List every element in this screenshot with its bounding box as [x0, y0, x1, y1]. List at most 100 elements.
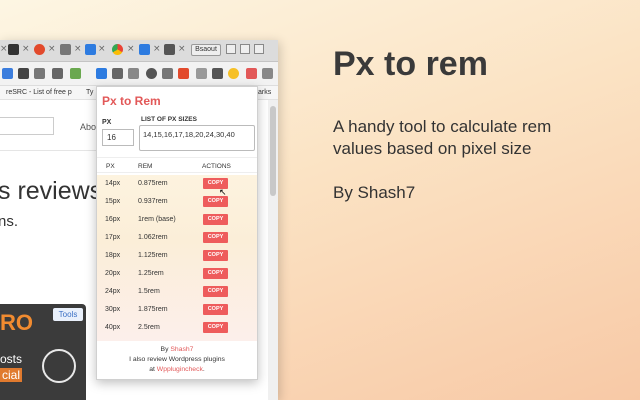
px-cell: 40px: [105, 324, 121, 331]
px-cell: 30px: [105, 306, 121, 313]
px-sizes-input[interactable]: 14,15,16,17,18,20,24,30,40: [139, 125, 255, 151]
copy-button[interactable]: COPY: [203, 286, 228, 297]
review-line: I also review Wordpress plugins: [129, 356, 225, 363]
chrome-tab-icon[interactable]: [112, 44, 123, 55]
tab-favicon-icon[interactable]: [85, 44, 96, 55]
px-to-rem-popup: Px to Rem PX LIST OF PX SIZES 14,15,16,1…: [96, 86, 258, 380]
menu-icon[interactable]: [262, 68, 273, 79]
tab-close-icon[interactable]: ×: [98, 44, 106, 54]
extension-icon[interactable]: [2, 68, 13, 79]
column-header-actions: ACTIONS: [202, 163, 231, 170]
px-cell: 15px: [105, 198, 121, 205]
px-cell: 20px: [105, 270, 121, 277]
tab-close-icon[interactable]: ×: [127, 44, 135, 54]
rem-cell: 1rem (base): [138, 216, 176, 223]
tab-close-icon[interactable]: ×: [74, 44, 82, 54]
card-title-line: cial: [0, 368, 23, 382]
extension-icon[interactable]: [112, 68, 123, 79]
site-suffix: .: [202, 366, 205, 373]
base-px-label: PX: [102, 119, 112, 126]
extension-icon[interactable]: [128, 68, 139, 79]
popup-footer: By Shash7 I also review Wordpress plugin…: [97, 345, 257, 375]
promo-headline: Px to rem: [333, 45, 488, 83]
extension-icon[interactable]: [146, 68, 157, 79]
table-row: 17px 1.062rem COPY: [97, 229, 257, 247]
copy-button[interactable]: COPY: [203, 196, 228, 207]
tab-close-icon[interactable]: ×: [178, 44, 186, 54]
minimize-icon[interactable]: [226, 44, 236, 54]
extension-icon[interactable]: [178, 68, 189, 79]
by-prefix: By: [160, 346, 171, 353]
page-subheading: ns.: [0, 213, 19, 230]
table-row: 18px 1.125rem COPY: [97, 247, 257, 265]
chart-circle-icon: [42, 349, 76, 383]
card-title-line: osts: [0, 352, 23, 366]
maximize-icon[interactable]: [240, 44, 250, 54]
table-row: 20px 1.25rem COPY: [97, 265, 257, 283]
px-to-rem-extension-icon[interactable]: [246, 68, 257, 79]
base-px-input[interactable]: [102, 129, 134, 146]
tab-close-icon[interactable]: ×: [0, 44, 8, 54]
px-cell: 18px: [105, 252, 121, 259]
article-card[interactable]: RO Tools osts cial: [0, 304, 86, 400]
extension-icon[interactable]: [196, 68, 207, 79]
scrollbar-thumb[interactable]: [270, 106, 276, 196]
rem-cell: 1.875rem: [138, 306, 168, 313]
bookmark-item[interactable]: Ty: [86, 86, 93, 100]
extension-icon[interactable]: [52, 68, 63, 79]
px-cell: 24px: [105, 288, 121, 295]
px-sizes-label: LIST OF PX SIZES: [141, 116, 197, 123]
table-row: 24px 1.5rem COPY: [97, 283, 257, 301]
author-link[interactable]: Shash7: [170, 346, 193, 353]
popup-title: Px to Rem: [102, 94, 161, 108]
emoji-extension-icon[interactable]: [228, 68, 239, 79]
close-window-icon[interactable]: [254, 44, 264, 54]
table-header: PX REM ACTIONS: [97, 157, 257, 173]
tab-close-icon[interactable]: ×: [48, 44, 56, 54]
search-input[interactable]: [0, 117, 54, 135]
extension-icon[interactable]: [96, 68, 107, 79]
copy-button[interactable]: COPY: [203, 322, 228, 333]
px-cell: 14px: [105, 180, 121, 187]
rem-cell: 1.125rem: [138, 252, 168, 259]
site-line: at Wpplugincheck.: [97, 365, 257, 375]
table-row: 14px 0.875rem COPY ↖: [97, 175, 257, 197]
bookmark-item[interactable]: reSRC - List of free p: [6, 86, 72, 100]
table-row: 40px 2.5rem COPY: [97, 319, 257, 337]
tab-close-icon[interactable]: ×: [22, 44, 30, 54]
table-row: 30px 1.875rem COPY: [97, 301, 257, 319]
tab-close-icon[interactable]: ×: [153, 44, 161, 54]
bookmarks-folder[interactable]: arks: [258, 86, 271, 100]
rem-cell: 1.062rem: [138, 234, 168, 241]
tab-favicon-icon[interactable]: [139, 44, 150, 55]
promo-tagline: A handy tool to calculate rem values bas…: [333, 117, 552, 158]
extension-icon[interactable]: [70, 68, 81, 79]
github-tab-icon[interactable]: [8, 44, 19, 55]
px-cell: 17px: [105, 234, 121, 241]
extension-icon[interactable]: [162, 68, 173, 79]
card-tag[interactable]: Tools: [53, 308, 83, 321]
copy-button[interactable]: COPY: [203, 304, 228, 315]
tab-favicon-icon[interactable]: [34, 44, 45, 55]
tab-favicon-icon[interactable]: [60, 44, 71, 55]
author-line: By Shash7: [97, 345, 257, 355]
card-logo: RO: [0, 310, 33, 335]
site-link[interactable]: Wpplugincheck: [157, 366, 203, 373]
copy-button[interactable]: COPY: [203, 232, 228, 243]
copy-button[interactable]: COPY: [203, 178, 228, 189]
copy-button[interactable]: COPY: [203, 250, 228, 261]
extension-icon[interactable]: [34, 68, 45, 79]
extension-icon[interactable]: [212, 68, 223, 79]
window-profile-label[interactable]: Bsaout: [191, 44, 221, 56]
promo-byline: By Shash7: [333, 183, 416, 202]
nav-item-about[interactable]: Abo: [80, 122, 96, 132]
rem-cell: 0.937rem: [138, 198, 168, 205]
tab-favicon-icon[interactable]: [164, 44, 175, 55]
rem-cell: 0.875rem: [138, 180, 168, 187]
extension-icon[interactable]: [18, 68, 29, 79]
px-cell: 16px: [105, 216, 121, 223]
copy-button[interactable]: COPY: [203, 214, 228, 225]
copy-button[interactable]: COPY: [203, 268, 228, 279]
page-heading: s reviews: [0, 177, 103, 205]
conversion-table: 14px 0.875rem COPY ↖ 15px 0.937rem COPY …: [97, 175, 257, 341]
